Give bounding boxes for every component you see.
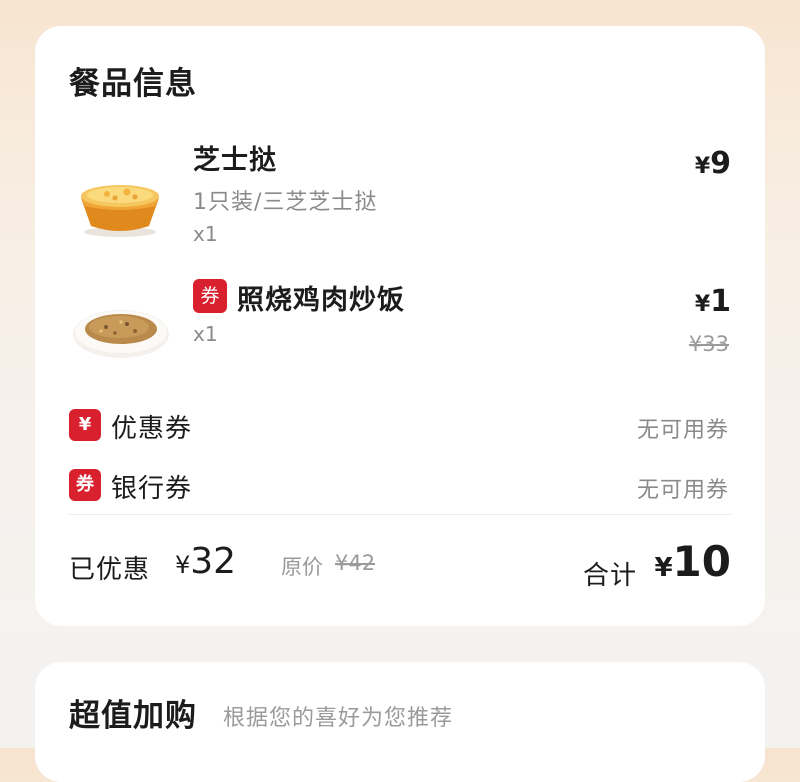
currency-symbol: ¥ xyxy=(654,553,673,583)
cheese-tart-image xyxy=(81,185,159,237)
total-amount: ¥10 xyxy=(654,537,731,586)
currency-symbol: ¥ xyxy=(694,292,711,317)
order-item[interactable]: 芝士挞 1只装/三芝芝士挞 x1 ¥9 xyxy=(35,132,765,257)
yen-coupon-icon: ¥ xyxy=(69,409,101,441)
coupon-row-label: 银行券 xyxy=(111,474,193,504)
order-summary: 已优惠 ¥32 原价 ¥42 合计 ¥10 xyxy=(35,531,765,601)
recommend-title: 超值加购 xyxy=(69,698,197,734)
original-total: ¥42 xyxy=(335,551,376,575)
item-quantity: x1 xyxy=(193,322,218,346)
coupon-row-discount[interactable]: ¥ 优惠券 无可用券 xyxy=(35,404,765,448)
item-price: ¥1 xyxy=(695,284,731,319)
item-quantity: x1 xyxy=(193,222,218,246)
coupon-row-bank[interactable]: 券 银行券 无可用券 xyxy=(35,464,765,508)
item-name: 照烧鸡肉炒饭 xyxy=(237,285,405,316)
item-price-value: 9 xyxy=(710,146,731,181)
order-info-card: 餐品信息 芝士挞 1只装/三芝芝士挞 x1 ¥9 券 照烧鸡肉炒饭 x1 ¥1 … xyxy=(35,26,765,626)
order-item[interactable]: 券 照烧鸡肉炒饭 x1 ¥1 ¥33 xyxy=(35,274,765,384)
total-amount-value: 10 xyxy=(672,537,731,586)
coupon-tag: 券 xyxy=(193,279,227,313)
item-spec: 1只装/三芝芝士挞 xyxy=(193,190,378,215)
item-price: ¥9 xyxy=(695,146,731,181)
coupon-row-label: 优惠券 xyxy=(111,414,193,444)
currency-symbol: ¥ xyxy=(175,551,191,579)
coupon-row-value: 无可用券 xyxy=(636,418,729,443)
ticket-coupon-icon: 券 xyxy=(69,469,101,501)
currency-symbol: ¥ xyxy=(694,154,711,179)
section-title: 餐品信息 xyxy=(69,66,197,102)
item-price-value: 1 xyxy=(710,284,731,319)
item-name: 芝士挞 xyxy=(193,145,277,176)
item-original-price: ¥33 xyxy=(688,332,729,356)
divider xyxy=(69,514,731,515)
teriyaki-chicken-fried-rice-image xyxy=(73,310,169,358)
original-price-label: 原价 xyxy=(281,555,323,579)
saved-label: 已优惠 xyxy=(69,555,151,585)
recommend-card: 超值加购 根据您的喜好为您推荐 xyxy=(35,662,765,782)
total-label: 合计 xyxy=(582,561,637,591)
saved-amount: ¥32 xyxy=(175,541,236,582)
recommend-subtitle: 根据您的喜好为您推荐 xyxy=(223,706,454,731)
saved-amount-value: 32 xyxy=(190,541,237,582)
coupon-row-value: 无可用券 xyxy=(636,478,729,503)
